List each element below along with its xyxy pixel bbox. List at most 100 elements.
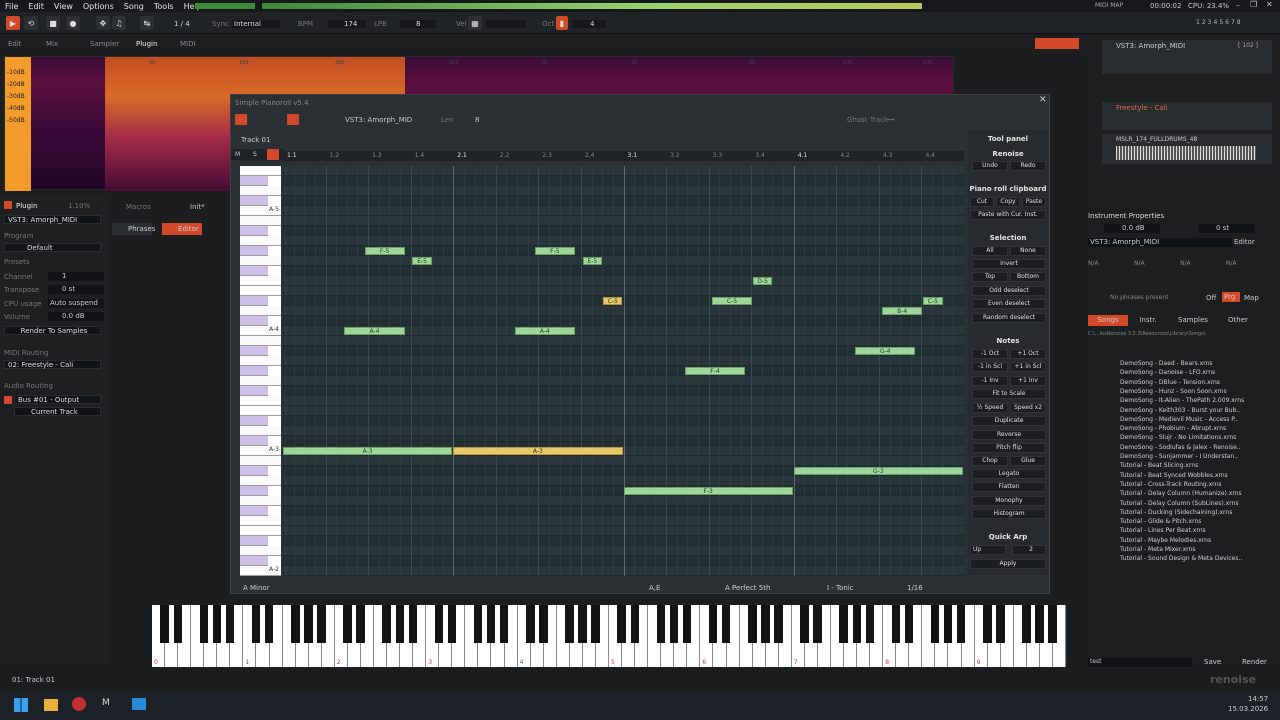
black-key[interactable]	[240, 316, 268, 326]
phrases-tab[interactable]: Phrases	[112, 223, 155, 235]
keyboard-black-key[interactable]	[852, 605, 861, 643]
pianoroll-close-icon[interactable]: ✕	[1039, 95, 1047, 105]
double-speed-button[interactable]: Speed x2	[1010, 403, 1046, 413]
octave-field[interactable]: 4	[572, 20, 606, 28]
phrase-off-button[interactable]: Off	[1206, 294, 1216, 302]
midi-note[interactable]: F-4	[684, 367, 746, 375]
white-key[interactable]	[240, 426, 281, 436]
keyboard-black-key[interactable]	[983, 605, 992, 643]
browser-save-button[interactable]: Save	[1204, 658, 1221, 666]
keyboard-black-key[interactable]	[721, 605, 731, 643]
menu-options[interactable]: Options	[78, 2, 119, 11]
instrument-slot-2[interactable]: Freestyle - Cali	[1102, 102, 1272, 130]
menu-view[interactable]: View	[49, 2, 78, 11]
half-speed-button[interactable]: ½ Speed	[972, 403, 1008, 413]
tab-midi[interactable]: MIDI	[180, 38, 196, 50]
instrument-editor-button[interactable]: Editor	[1234, 238, 1255, 246]
lpb-field[interactable]: 8	[400, 20, 436, 28]
histogram-button[interactable]: Histogram	[972, 509, 1046, 519]
black-key[interactable]	[240, 176, 268, 186]
keyboard-black-key[interactable]	[434, 605, 444, 643]
keyboard-black-key[interactable]	[343, 605, 352, 643]
pr-length-field[interactable]: 8	[475, 116, 479, 124]
tab-plugin[interactable]: Plugin	[136, 38, 157, 50]
keyboard-black-key[interactable]	[565, 605, 574, 643]
close-icon[interactable]: ✕	[1266, 0, 1273, 9]
pitch-flip-button[interactable]: Pitch flip	[972, 443, 1046, 453]
keyboard-black-key[interactable]	[839, 605, 848, 643]
white-key[interactable]	[240, 516, 281, 526]
keyboard-black-key[interactable]	[199, 605, 209, 643]
midi-note[interactable]: F-5	[364, 247, 405, 255]
midi-note[interactable]: A-4	[514, 327, 575, 335]
track-button-2[interactable]: 2	[1202, 19, 1206, 26]
bar-ruler[interactable]: 1.1 1.2 1.3 1.4 2.1 2.2 2.3 2.4 3.1 3.2 3.3 3.4 4.1 4…	[283, 151, 964, 161]
midi-note[interactable]: A-3	[453, 447, 623, 455]
stop-icon[interactable]: ■	[46, 16, 60, 30]
pr-solo-button[interactable]: S	[253, 151, 257, 158]
midi-note[interactable]: E-5	[582, 257, 603, 265]
current-track-status[interactable]: 01: Track 01	[12, 676, 55, 684]
black-key[interactable]	[240, 486, 268, 496]
white-key[interactable]	[240, 186, 281, 196]
even-deselect-button[interactable]: Even deselect	[972, 299, 1046, 309]
keyboard-black-key[interactable]	[1035, 605, 1044, 643]
browser-tab-songs[interactable]: Songs	[1088, 315, 1128, 326]
song-file-item[interactable]: Tutorial - Maybe Melodies.xrns	[1120, 537, 1211, 544]
record-icon[interactable]: ●	[66, 16, 80, 30]
white-key[interactable]	[240, 476, 281, 486]
keyboard-black-key[interactable]	[656, 605, 666, 643]
midi-note[interactable]: A-3	[283, 447, 453, 455]
song-file-item[interactable]: DemoSong - Medievil Music - Access P..	[1120, 416, 1238, 423]
audio-output-select[interactable]: Bus #01 - Output	[14, 395, 101, 404]
black-key[interactable]	[240, 386, 268, 396]
octave-down-button[interactable]: -1 Oct	[972, 349, 1008, 359]
keyboard-black-key[interactable]	[1022, 605, 1031, 643]
arp-apply-button[interactable]: Apply	[970, 559, 1046, 569]
select-bottom-button[interactable]: Bottom	[1010, 272, 1046, 282]
pr-ghost-select[interactable]: ---	[887, 116, 927, 124]
midi-output-select[interactable]: 02: Freestyle - Cali	[4, 360, 101, 369]
song-file-item[interactable]: DemoSong - Hunz - Soon Soon.xrns	[1120, 388, 1227, 395]
keyboard-black-key[interactable]	[943, 605, 953, 643]
instrument-name-select[interactable]: VST3: Amorph_MIDI	[1088, 238, 1232, 247]
undo-button[interactable]: Undo	[972, 161, 1008, 171]
keyboard-black-key[interactable]	[473, 605, 483, 643]
black-key[interactable]	[240, 436, 268, 446]
copy-button[interactable]: Copy	[996, 197, 1020, 207]
song-file-item[interactable]: Tutorial - Lines Per Beat.xrns	[1120, 527, 1206, 534]
keyboard-black-key[interactable]	[160, 605, 169, 643]
keyboard-black-key[interactable]	[891, 605, 901, 643]
keyboard-black-key[interactable]	[291, 605, 300, 643]
song-file-item[interactable]: Tutorial - Sound Design & Meta Devices..	[1120, 555, 1242, 562]
keyboard-black-key[interactable]	[682, 605, 692, 643]
editor-tab[interactable]: Editor	[162, 223, 202, 235]
black-key[interactable]	[240, 246, 268, 256]
song-file-item[interactable]: DemoSong - It-Alien - ThePath 2.009.xrns	[1120, 397, 1244, 404]
black-key[interactable]	[240, 196, 268, 206]
keyboard-black-key[interactable]	[173, 605, 183, 643]
note-grid[interactable]: F-5 E-5 F-5 E-5 D-5 C-5 C-5 C-5 B-4 A-4 A-4 G-4 F-4 A…	[283, 166, 964, 576]
white-key[interactable]	[240, 496, 281, 506]
midi-note[interactable]: G-3	[793, 467, 963, 475]
keyboard-black-key[interactable]	[591, 605, 600, 643]
track-button-8[interactable]: 8	[1237, 19, 1241, 26]
chop-button[interactable]: Chop	[972, 456, 1008, 466]
song-file-item[interactable]: Tutorial - Beat Synced Wobbles.xrns	[1120, 472, 1228, 479]
track-button-6[interactable]: 6	[1225, 19, 1229, 26]
app-icon-window[interactable]	[132, 698, 146, 710]
tab-sampler[interactable]: Sampler	[90, 38, 119, 50]
browser-render-button[interactable]: Render	[1242, 658, 1267, 666]
keyboard-black-key[interactable]	[225, 605, 235, 643]
play-icon[interactable]: ▶	[6, 16, 20, 30]
pr-back-icon[interactable]	[267, 149, 279, 160]
bpm-field[interactable]: 174	[328, 20, 366, 28]
minimize-icon[interactable]: –	[1236, 1, 1240, 10]
white-key[interactable]	[240, 526, 281, 536]
white-key[interactable]	[240, 546, 281, 556]
keyboard-black-key[interactable]	[1048, 605, 1057, 643]
follow-icon[interactable]: ♫	[112, 16, 126, 30]
song-file-item[interactable]: Tutorial - Ducking (Sidechaining).xrns	[1120, 509, 1232, 516]
phrase-prg-button[interactable]: Prg	[1222, 292, 1240, 302]
midi-note[interactable]: B-4	[882, 307, 923, 315]
